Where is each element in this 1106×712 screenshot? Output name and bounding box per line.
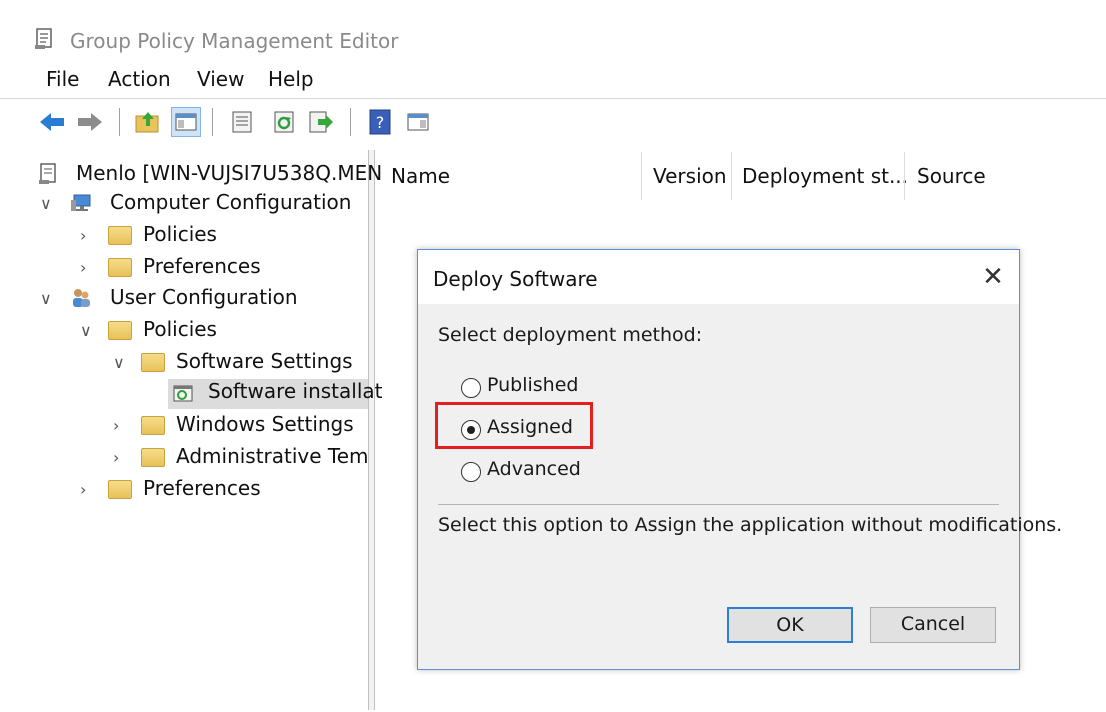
- menu-help[interactable]: Help: [268, 67, 314, 91]
- chevron-down-icon[interactable]: ∨: [113, 353, 127, 372]
- tree-item-label: Windows Settings: [176, 412, 354, 436]
- window-title: Group Policy Management Editor: [70, 29, 399, 53]
- tree-item-label: Software Settings: [176, 349, 353, 373]
- radio-selected-dot: [467, 426, 475, 434]
- dialog-title-bar: Deploy Software ✕: [418, 250, 1019, 304]
- tree-item-label: Policies: [143, 222, 217, 246]
- back-arrow-icon[interactable]: [38, 108, 66, 136]
- folder-icon: [108, 480, 132, 499]
- menu-action[interactable]: Action: [108, 67, 171, 91]
- tree-item-administrative-templates[interactable]: › Administrative Temp: [113, 444, 368, 474]
- chevron-right-icon[interactable]: ›: [113, 416, 127, 435]
- radio-button[interactable]: [461, 462, 481, 482]
- radio-label: Advanced: [487, 458, 581, 480]
- tree-item-computer-configuration[interactable]: ∨ Computer Configuration: [40, 190, 360, 220]
- tree-item-cc-policies[interactable]: › Policies: [80, 222, 340, 252]
- cancel-button[interactable]: Cancel: [870, 607, 996, 643]
- column-header-deployment-state[interactable]: Deployment st...: [742, 164, 908, 188]
- view-pane-icon[interactable]: [404, 108, 432, 136]
- title-bar: Group Policy Management Editor: [0, 0, 1106, 62]
- tree-item-uc-preferences[interactable]: › Preferences: [80, 476, 340, 506]
- column-separator[interactable]: [641, 152, 642, 200]
- ok-button[interactable]: OK: [727, 607, 853, 643]
- dialog-divider: [438, 504, 999, 505]
- deployment-method-label: Select deployment method:: [438, 324, 703, 346]
- tree-item-uc-policies[interactable]: ∨ Policies: [80, 317, 340, 347]
- radio-label: Assigned: [487, 416, 573, 438]
- gpo-editor-icon: [35, 28, 52, 49]
- software-installation-icon: [173, 385, 193, 402]
- help-icon[interactable]: ?: [366, 108, 394, 136]
- tree-item-user-configuration[interactable]: ∨ User Configuration: [40, 285, 360, 315]
- deploy-software-dialog: Deploy Software ✕ Select deployment meth…: [417, 249, 1062, 670]
- chevron-down-icon[interactable]: ∨: [80, 321, 94, 340]
- folder-icon: [141, 448, 165, 467]
- tree-item-label: Software installat: [208, 379, 383, 403]
- radio-label: Published: [487, 374, 579, 396]
- refresh-icon[interactable]: [270, 108, 298, 136]
- tree-item-label: Administrative Temp: [176, 444, 368, 468]
- tree-item-label: Preferences: [143, 254, 261, 278]
- tree-root-label: Menlo [WIN-VUJSI7U538Q.MEN: [76, 161, 383, 185]
- tree-item-cc-preferences[interactable]: › Preferences: [80, 254, 340, 284]
- chevron-down-icon[interactable]: ∨: [40, 194, 54, 213]
- tree-item-label: User Configuration: [110, 285, 298, 309]
- tree-root[interactable]: Menlo [WIN-VUJSI7U538Q.MEN: [38, 161, 382, 191]
- show-hide-tree-icon[interactable]: [171, 107, 201, 137]
- folder-icon: [108, 258, 132, 277]
- tree-item-label: Preferences: [143, 476, 261, 500]
- column-header-version[interactable]: Version: [653, 164, 727, 188]
- forward-arrow-icon[interactable]: [76, 108, 104, 136]
- folder-icon: [108, 226, 132, 245]
- column-header-source[interactable]: Source: [917, 164, 986, 188]
- tree-item-label: Computer Configuration: [110, 190, 352, 214]
- tree-item-software-settings[interactable]: ∨ Software Settings: [113, 349, 368, 379]
- chevron-right-icon[interactable]: ›: [80, 480, 94, 499]
- toolbar-separator: [212, 108, 213, 136]
- computer-icon: [71, 194, 91, 211]
- up-folder-icon[interactable]: [134, 108, 162, 136]
- export-list-icon[interactable]: [306, 108, 334, 136]
- column-header-name[interactable]: Name: [391, 164, 450, 188]
- tree-item-windows-settings[interactable]: › Windows Settings: [113, 412, 368, 442]
- option-description: Select this option to Assign the applica…: [438, 514, 1063, 536]
- toolbar-separator: [119, 108, 120, 136]
- column-separator[interactable]: [731, 152, 732, 200]
- toolbar-separator: [350, 108, 351, 136]
- folder-icon: [141, 353, 165, 372]
- radio-button[interactable]: [461, 420, 481, 440]
- menu-view[interactable]: View: [197, 67, 244, 91]
- chevron-right-icon[interactable]: ›: [80, 226, 94, 245]
- chevron-right-icon[interactable]: ›: [80, 258, 94, 277]
- chevron-right-icon[interactable]: ›: [113, 448, 127, 467]
- toolbar: [0, 98, 1106, 145]
- list-header: [373, 152, 1106, 200]
- tree-item-software-installation[interactable]: Software installat: [168, 379, 382, 409]
- chevron-down-icon[interactable]: ∨: [40, 289, 54, 308]
- radio-button[interactable]: [461, 378, 481, 398]
- tree-item-label: Policies: [143, 317, 217, 341]
- folder-icon: [141, 416, 165, 435]
- svg-text:?: ?: [376, 113, 385, 132]
- pane-splitter[interactable]: [368, 150, 375, 710]
- properties-icon[interactable]: [228, 108, 256, 136]
- menu-file[interactable]: File: [46, 67, 79, 91]
- dialog-title: Deploy Software: [433, 267, 598, 291]
- folder-icon: [108, 321, 132, 340]
- users-icon: [73, 289, 90, 307]
- close-icon[interactable]: ✕: [978, 262, 1008, 292]
- gpo-document-icon: [39, 163, 56, 184]
- column-separator[interactable]: [904, 152, 905, 200]
